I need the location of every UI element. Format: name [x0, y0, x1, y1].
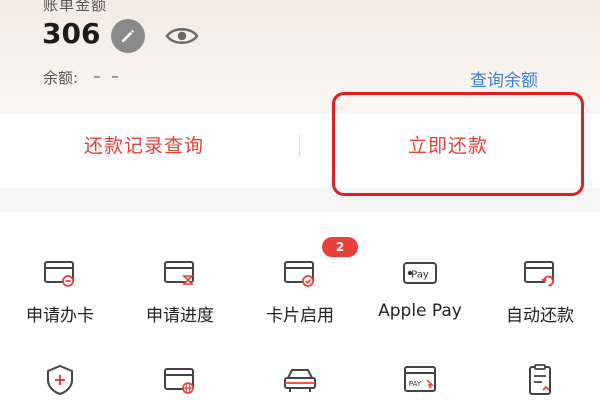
pencil-icon [122, 29, 135, 42]
car-icon [284, 369, 316, 392]
repay-now-highlight [332, 92, 584, 196]
repayment-records-button[interactable]: 还款记录查询 [84, 131, 204, 158]
service-apply-progress[interactable]: 申请进度 [120, 255, 240, 326]
service-row2-global-card[interactable] [120, 362, 240, 398]
notification-badge: 2 [322, 237, 358, 257]
service-label: 卡片启用 [266, 306, 334, 326]
card-progress-icon [164, 261, 194, 285]
edit-amount-button[interactable] [111, 19, 145, 53]
service-row2-pay-card[interactable]: PAY [360, 362, 480, 398]
service-row2-bill-list[interactable] [480, 362, 600, 398]
service-auto-repay[interactable]: 自动还款 [480, 255, 600, 326]
svg-text:PAY: PAY [409, 380, 422, 388]
service-apply-card[interactable]: 申请办卡 [0, 255, 120, 326]
service-label: 申请进度 [146, 306, 214, 326]
service-apple-pay[interactable]: Pay Apple Pay [360, 255, 480, 321]
shield-plus-icon [47, 364, 73, 396]
clipboard-icon [529, 364, 551, 395]
balance-label: 余额: [43, 69, 79, 87]
service-row2-car[interactable] [240, 362, 360, 398]
apple-pay-icon: Pay [403, 262, 437, 284]
service-row2-insurance[interactable] [0, 362, 120, 398]
svg-text:Pay: Pay [411, 270, 429, 281]
service-card-activate[interactable]: 卡片启用 [240, 255, 360, 326]
action-divider [299, 134, 300, 156]
check-balance-link[interactable]: 查询余额 [470, 66, 538, 91]
eye-icon [165, 28, 199, 44]
service-label: 自动还款 [506, 306, 574, 326]
service-label: Apple Pay [378, 301, 462, 321]
bill-amount-label: 账单金额 [43, 0, 108, 14]
card-activate-icon [284, 261, 314, 287]
card-globe-icon [164, 368, 194, 394]
toggle-visibility-button[interactable] [164, 22, 200, 50]
bill-amount-value: 306 [42, 17, 101, 50]
balance-value: – – [93, 67, 122, 85]
card-apply-icon [44, 261, 74, 287]
auto-repay-icon [524, 261, 554, 287]
pay-card-icon: PAY [404, 366, 436, 392]
service-label: 申请办卡 [26, 306, 94, 326]
